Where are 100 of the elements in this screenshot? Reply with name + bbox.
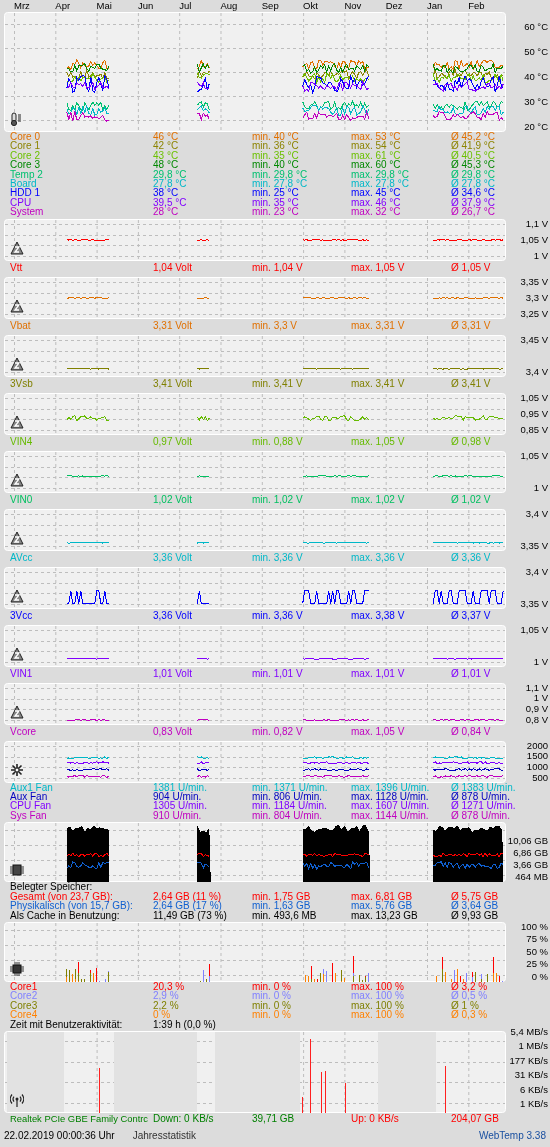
average-value: Ø 3,31 V xyxy=(451,318,492,333)
average-value: Ø 45,3 °C xyxy=(451,160,497,170)
axis-tick-label: 1,1 V xyxy=(525,682,548,693)
sensor-name: Vbat xyxy=(10,318,32,333)
min-value: min. 1,04 V xyxy=(252,260,304,275)
max-value: max. 54 °C xyxy=(351,141,402,151)
axis-tick-label: 0 % xyxy=(531,971,548,982)
axis-tick-label: 3,66 GB xyxy=(513,860,548,871)
sensor-name: Vcore xyxy=(10,724,38,739)
average-value: Ø 0,5 % xyxy=(451,991,489,1001)
axis-tick-label: 1000 xyxy=(526,761,548,772)
max-value: max. 1,01 V xyxy=(351,666,406,681)
sensor-name: CPU Fan xyxy=(10,801,53,811)
upload-rate: Up: 0 KB/s xyxy=(351,1112,400,1125)
average-value: Ø 27,8 °C xyxy=(451,179,497,189)
current-value: 11,49 GB (73 %) xyxy=(153,910,228,920)
axis-tick-label: 100 % xyxy=(521,921,548,932)
max-value: max. 1128 U/min. xyxy=(351,792,430,802)
axis-tick-label: 1,05 V xyxy=(520,450,548,461)
voltage-warning-icon xyxy=(10,530,24,545)
month-label: Sep xyxy=(261,0,280,12)
min-value: min. 493,6 MB xyxy=(252,910,318,920)
axis-tick-label: 3,3 V xyxy=(525,292,548,303)
voltage-warning-icon xyxy=(10,646,24,661)
max-value: max. 3,36 V xyxy=(351,550,406,565)
axis-tick-label: 1500 xyxy=(526,751,548,762)
current-value: 3,31 Volt xyxy=(153,318,193,333)
average-value: Ø 3,64 GB xyxy=(451,901,500,911)
sensor-name: Core 1 xyxy=(10,141,41,151)
current-value: 20,3 % xyxy=(153,981,186,992)
axis-tick-label: 3,35 V xyxy=(520,276,548,287)
max-value: max. 29,8 °C xyxy=(351,169,410,180)
axis-tick-label: 3,4 V xyxy=(525,366,548,377)
axis-tick-label: 1,05 V xyxy=(520,392,548,403)
min-value: min. 0,82 V xyxy=(252,724,304,739)
max-value: max. 5,76 GB xyxy=(351,901,413,911)
axis-tick-label: 1 V xyxy=(533,693,548,704)
axis-tick-label: 10,06 GB xyxy=(507,836,548,847)
axis-tick-label: 0,8 V xyxy=(525,714,548,725)
min-value: min. 1371 U/min. xyxy=(252,782,329,793)
average-value: Ø 5,75 GB xyxy=(451,891,500,902)
min-value: min. 0 % xyxy=(252,1000,292,1011)
view-title: Jahresstatistik xyxy=(132,1130,196,1142)
min-value: min. 3,41 V xyxy=(252,376,304,391)
current-value: 1,02 Volt xyxy=(153,492,193,507)
max-value: max. 60 °C xyxy=(351,160,401,170)
month-label: Aug xyxy=(220,0,239,12)
average-value: Ø 1,01 V xyxy=(451,666,492,681)
current-value: 0 % xyxy=(153,1010,171,1020)
min-value: min. 1184 U/min. xyxy=(252,801,328,811)
axis-tick-label: 20 °C xyxy=(524,122,548,132)
current-value: 42 °C xyxy=(153,141,180,151)
axis-tick-label: 2000 xyxy=(526,740,548,751)
max-value: max. 13,23 GB xyxy=(351,910,419,920)
voltage-warning-icon xyxy=(10,356,24,371)
sensor-name: Core1 xyxy=(10,981,39,992)
current-value: 2,64 GB (11 %) xyxy=(153,891,223,902)
fan-icon xyxy=(10,762,24,777)
current-value: 1,01 Volt xyxy=(153,666,193,681)
axis-tick-label: 25 % xyxy=(526,959,548,970)
download-total: 39,71 GB xyxy=(252,1112,296,1125)
activity-label: Zeit mit Benutzeraktivität: xyxy=(10,1019,124,1029)
max-value: max. 46 °C xyxy=(351,197,402,208)
min-value: min. 29,8 °C xyxy=(252,169,309,180)
min-value: min. 25 °C xyxy=(252,188,299,198)
month-label: Mrz xyxy=(14,0,31,12)
min-value: min. 806 U/min. xyxy=(252,792,323,802)
max-value: max. 1,05 V xyxy=(351,434,406,449)
min-value: min. 0,88 V xyxy=(252,434,304,449)
month-label: Jun xyxy=(137,0,155,12)
current-value: 1,04 Volt xyxy=(153,260,193,275)
axis-tick-label: 75 % xyxy=(526,934,548,945)
thermometer-icon xyxy=(10,112,22,126)
axis-tick-label: 0,9 V xyxy=(525,703,548,714)
max-value: max. 100 % xyxy=(351,981,405,992)
axis-tick-label: 1 V xyxy=(533,482,548,493)
sensor-name: Core3 xyxy=(10,1000,39,1011)
axis-tick-label: 3,35 V xyxy=(520,598,548,609)
sensor-name: Temp 2 xyxy=(10,169,44,180)
max-value: max. 61 °C xyxy=(351,150,402,161)
month-label: Mai xyxy=(96,0,113,12)
axis-tick-label: 1,1 V xyxy=(525,218,548,229)
average-value: Ø 3,2 % xyxy=(451,981,489,992)
axis-tick-label: 5,4 MB/s xyxy=(510,1026,548,1037)
section-heading: Belegter Speicher: xyxy=(10,881,93,893)
current-value: 27,8 °C xyxy=(153,179,188,189)
average-value: Ø 0,3 % xyxy=(451,1010,489,1020)
average-value: Ø 26,7 °C xyxy=(451,207,497,217)
min-value: min. 804 U/min. xyxy=(252,810,324,821)
month-label: Jul xyxy=(179,0,193,12)
average-value: Ø 1,05 V xyxy=(451,260,492,275)
current-value: 29,8 °C xyxy=(153,169,188,180)
current-value: 1305 U/min. xyxy=(153,801,208,811)
average-value: Ø 3,37 V xyxy=(451,608,492,623)
month-label: Okt xyxy=(303,0,319,12)
min-value: min. 40 °C xyxy=(252,132,300,142)
max-value: max. 100 % xyxy=(351,991,405,1001)
voltage-warning-icon xyxy=(10,472,24,487)
sensor-name: VIN1 xyxy=(10,666,34,681)
timestamp: 22.02.2019 00:00:36 Uhr xyxy=(4,1130,115,1142)
